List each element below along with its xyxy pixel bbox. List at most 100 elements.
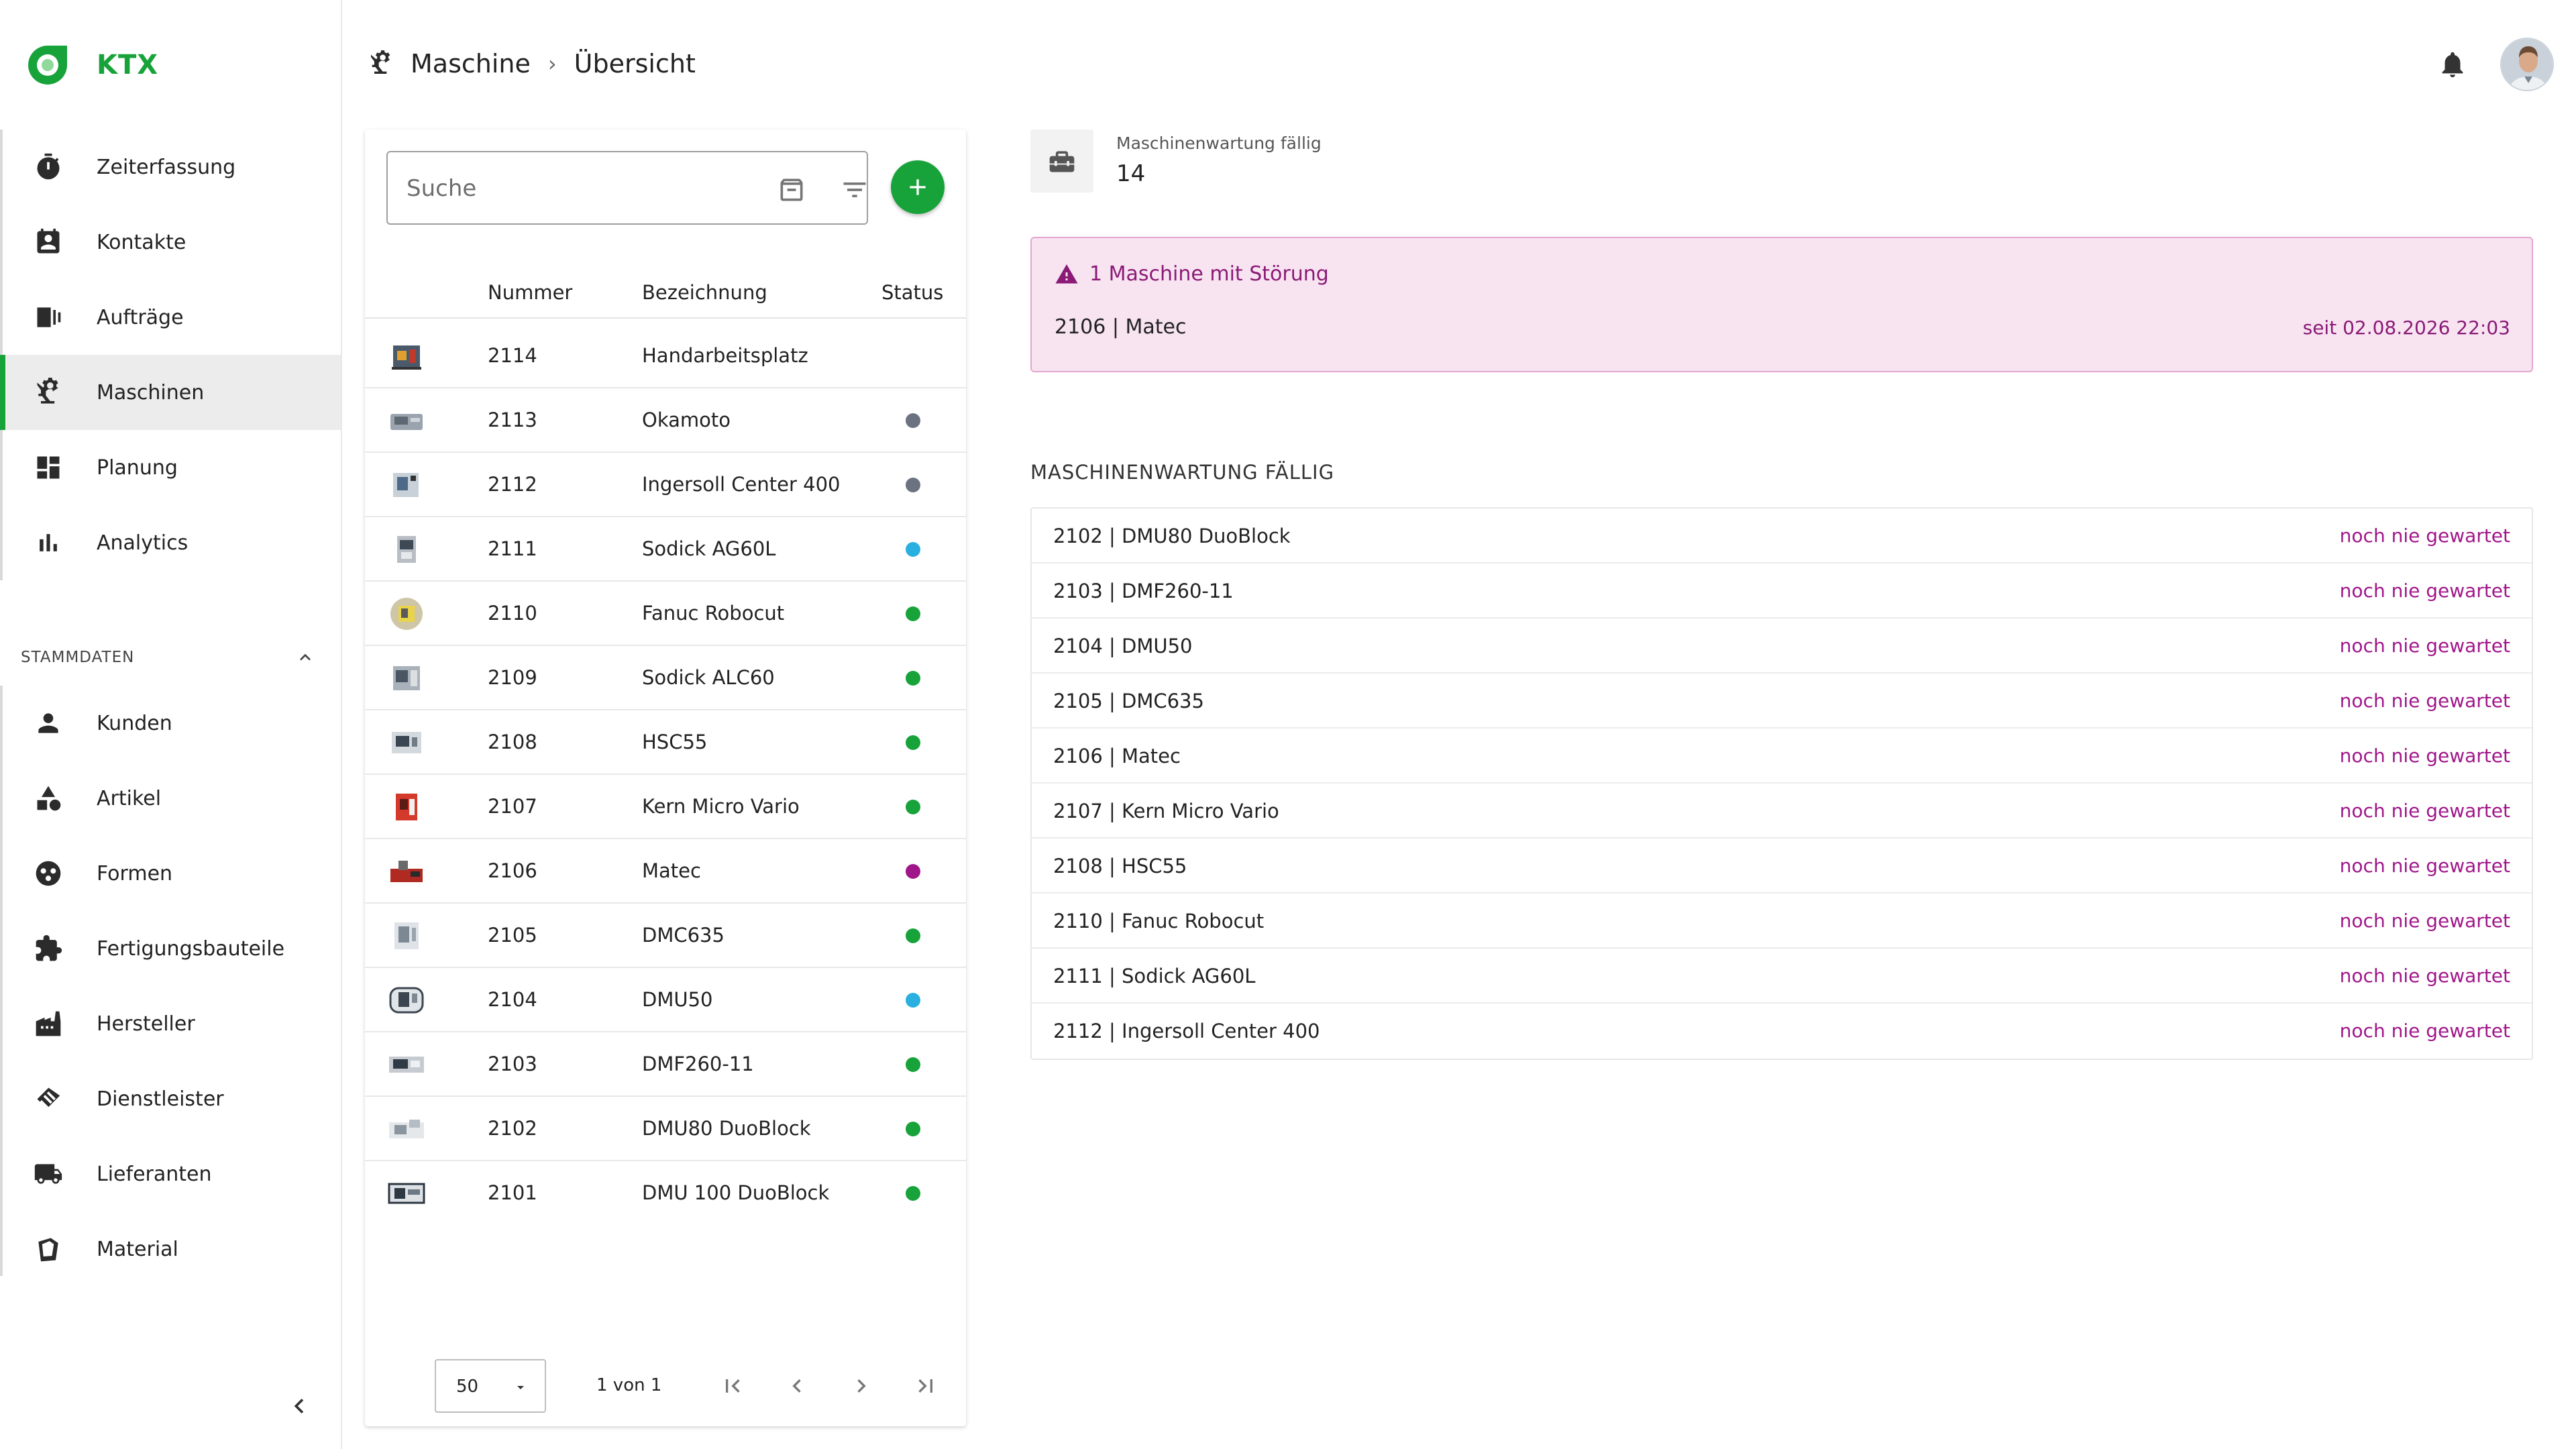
nav-item-kunden[interactable]: Kunden — [0, 686, 341, 761]
brand[interactable]: KTX — [25, 43, 158, 87]
caret-down-icon — [517, 1386, 524, 1389]
machine-number: 2104 — [488, 988, 537, 1011]
avatar[interactable] — [2500, 38, 2554, 91]
handshake-icon — [34, 1084, 63, 1114]
table-row[interactable]: 2103 DMF260-11 — [365, 1032, 966, 1097]
table-row[interactable]: 2101 DMU 100 DuoBlock — [365, 1161, 966, 1226]
maintenance-machine: 2111 | Sodick AG60L — [1053, 965, 1256, 987]
previous-page-icon[interactable] — [784, 1373, 810, 1399]
last-page-icon[interactable] — [912, 1373, 939, 1399]
table-row[interactable]: 2110 Fanuc Robocut — [365, 582, 966, 646]
machine-number: 2110 — [488, 602, 537, 625]
table-row[interactable]: 2112 Ingersoll Center 400 — [365, 453, 966, 517]
table-row[interactable]: 2107 Kern Micro Vario — [365, 775, 966, 839]
sidebar: KTX Zeiterfassung Kontakte Aufträge Masc… — [0, 0, 342, 1449]
table-row[interactable]: 2109 Sodick ALC60 — [365, 646, 966, 710]
machine-thumbnail-icon — [389, 987, 424, 1014]
list-item[interactable]: 2108 | HSC55 noch nie gewartet — [1032, 839, 2532, 894]
machine-thumbnail-icon — [388, 1183, 425, 1204]
nav-label: Artikel — [97, 786, 162, 810]
orders-icon — [34, 303, 63, 332]
nav-item-maschinen[interactable]: Maschinen — [0, 355, 341, 430]
machine-arm-icon — [34, 378, 63, 407]
breadcrumb-parent[interactable]: Maschine — [411, 49, 531, 78]
machine-thumbnail-icon — [390, 598, 423, 630]
table-row[interactable]: 2108 HSC55 — [365, 710, 966, 775]
add-machine-button[interactable] — [891, 160, 945, 214]
table-row[interactable]: 2106 Matec — [365, 839, 966, 904]
chevron-up-icon[interactable] — [294, 647, 316, 668]
table-row[interactable]: 2111 Sodick AG60L — [365, 517, 966, 582]
list-item[interactable]: 2107 | Kern Micro Vario noch nie gewarte… — [1032, 784, 2532, 839]
machine-number: 2101 — [488, 1181, 537, 1204]
status-dot — [906, 928, 920, 943]
stammdaten-section-header[interactable]: STAMMDATEN — [21, 644, 316, 671]
table-row[interactable]: 2102 DMU80 DuoBlock — [365, 1097, 966, 1161]
machine-number: 2113 — [488, 409, 537, 431]
puzzle-icon — [34, 934, 63, 963]
warning-icon — [1055, 264, 1078, 284]
ktx-logo — [28, 46, 67, 85]
nav-item-zeiterfassung[interactable]: Zeiterfassung — [0, 129, 341, 205]
column-header-status[interactable]: Status — [881, 281, 943, 304]
machine-name: DMF260-11 — [642, 1053, 754, 1075]
nav-item-auftraege[interactable]: Aufträge — [0, 280, 341, 355]
page-size-select[interactable]: 50 — [435, 1359, 546, 1413]
status-dot — [906, 606, 920, 621]
collapse-sidebar-chevron-left-icon[interactable] — [284, 1391, 314, 1421]
nav-item-fertigungsbauteile[interactable]: Fertigungsbauteile — [0, 911, 341, 986]
nav-label: Dienstleister — [97, 1087, 224, 1111]
nav-item-analytics[interactable]: Analytics — [0, 505, 341, 580]
status-dot — [906, 671, 920, 686]
list-item[interactable]: 2111 | Sodick AG60L noch nie gewartet — [1032, 949, 2532, 1004]
archive-icon[interactable] — [777, 175, 806, 205]
alert-machine-link[interactable]: 2106 | Matec — [1055, 315, 1187, 339]
nav-item-lieferanten[interactable]: Lieferanten — [0, 1136, 341, 1212]
table-row[interactable]: 2105 DMC635 — [365, 904, 966, 968]
nav-item-planung[interactable]: Planung — [0, 430, 341, 505]
table-row[interactable]: 2113 Okamoto — [365, 388, 966, 453]
bell-icon[interactable] — [2437, 49, 2468, 80]
nav-label: Kunden — [97, 711, 172, 735]
filter-icon[interactable] — [840, 175, 869, 205]
machine-name: Kern Micro Vario — [642, 795, 800, 818]
nav-item-formen[interactable]: Formen — [0, 836, 341, 911]
list-item[interactable]: 2103 | DMF260-11 noch nie gewartet — [1032, 564, 2532, 619]
machine-number: 2103 — [488, 1053, 537, 1075]
nav-item-dienstleister[interactable]: Dienstleister — [0, 1061, 341, 1136]
first-page-icon[interactable] — [719, 1373, 746, 1399]
maintenance-machine: 2102 | DMU80 DuoBlock — [1053, 525, 1291, 547]
search-input[interactable] — [407, 168, 729, 209]
list-item[interactable]: 2110 | Fanuc Robocut noch nie gewartet — [1032, 894, 2532, 949]
nav-item-artikel[interactable]: Artikel — [0, 761, 341, 836]
maintenance-status: noch nie gewartet — [2339, 910, 2510, 932]
next-page-icon[interactable] — [848, 1373, 875, 1399]
machine-thumbnail-icon — [389, 1120, 424, 1138]
list-item[interactable]: 2106 | Matec noch nie gewartet — [1032, 729, 2532, 784]
list-item[interactable]: 2104 | DMU50 noch nie gewartet — [1032, 619, 2532, 674]
nav-item-kontakte[interactable]: Kontakte — [0, 205, 341, 280]
column-header-number[interactable]: Nummer — [488, 281, 572, 304]
machine-number: 2114 — [488, 344, 537, 367]
nav-item-hersteller[interactable]: Hersteller — [0, 986, 341, 1061]
column-header-name[interactable]: Bezeichnung — [642, 281, 767, 304]
machine-thumbnail-icon — [393, 473, 419, 497]
list-item[interactable]: 2105 | DMC635 noch nie gewartet — [1032, 674, 2532, 729]
list-item[interactable]: 2102 | DMU80 DuoBlock noch nie gewartet — [1032, 508, 2532, 564]
nav-label: Lieferanten — [97, 1162, 212, 1186]
nav-item-material[interactable]: Material — [0, 1212, 341, 1287]
section-title: STAMMDATEN — [21, 649, 135, 666]
list-item[interactable]: 2112 | Ingersoll Center 400 noch nie gew… — [1032, 1004, 2532, 1059]
table-row[interactable]: 2114 Handarbeitsplatz — [365, 324, 966, 388]
maintenance-status: noch nie gewartet — [2339, 1020, 2510, 1042]
machine-table-body: 2114 Handarbeitsplatz 2113 Okamoto 2112 … — [365, 324, 966, 1226]
search-field[interactable] — [386, 151, 868, 225]
status-dot — [906, 864, 920, 879]
nav-label: Formen — [97, 861, 173, 885]
maintenance-status: noch nie gewartet — [2339, 745, 2510, 767]
alert-timestamp: seit 02.08.2026 22:03 — [2302, 317, 2510, 339]
machine-name: Okamoto — [642, 409, 731, 431]
machine-number: 2109 — [488, 666, 537, 689]
machine-name: DMU80 DuoBlock — [642, 1117, 811, 1140]
table-row[interactable]: 2104 DMU50 — [365, 968, 966, 1032]
